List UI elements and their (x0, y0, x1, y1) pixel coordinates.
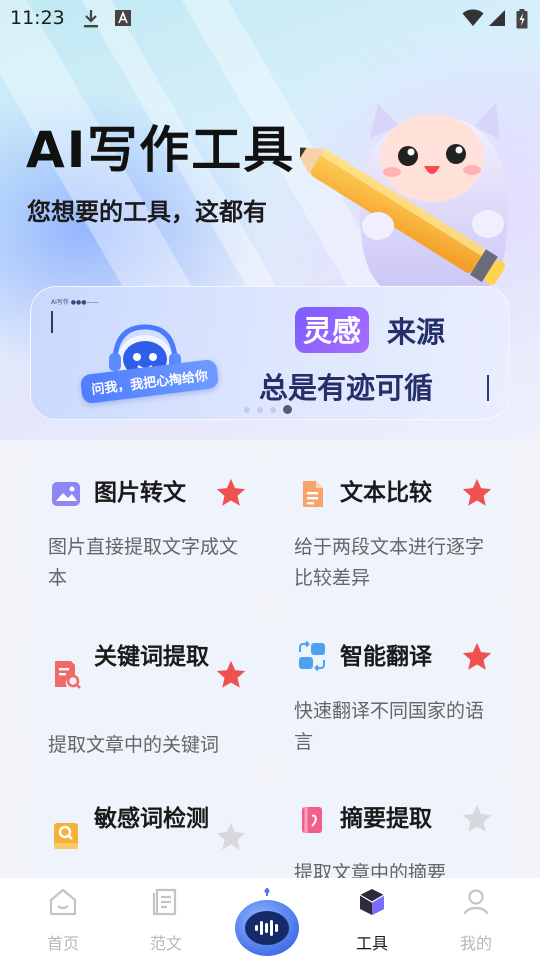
banner-inspire-label: 灵感 (295, 307, 370, 353)
nav-label: 工具 (355, 934, 388, 953)
tool-card-desc: 快速翻译不同国家的语言 (294, 700, 485, 753)
nav-item-home[interactable]: 首页 (23, 878, 103, 960)
tool-card-keyword-extract[interactable]: 关键词提取 提取文章中的关键词 (30, 614, 264, 762)
star-favorite-icon[interactable] (460, 476, 494, 510)
tool-card-desc: 给于两段文本进行逐字比较差异 (294, 536, 485, 589)
carousel-dot[interactable] (257, 406, 263, 413)
home-icon (49, 888, 77, 916)
user-icon (463, 889, 489, 915)
star-favorite-icon[interactable] (460, 802, 494, 836)
hero-subtitle: 您想要的工具，这都有 (27, 198, 267, 226)
mascot-illustration (300, 102, 509, 306)
tool-card-title: 摘要提取 (340, 806, 432, 832)
tool-card-text-compare[interactable]: 文本比较 给于两段文本进行逐字比较差异 (276, 450, 510, 600)
tool-card-sensitive-check[interactable]: 敏感词检测 (30, 776, 264, 878)
carousel-dot-active[interactable] (283, 405, 292, 414)
nav-label: 我的 (459, 934, 492, 953)
hero-title: AI写作工具 (26, 121, 296, 179)
sensitive-check-icon (54, 823, 78, 849)
banner-divider-right (487, 375, 489, 401)
star-favorite-icon[interactable] (214, 658, 248, 692)
document-icon (303, 481, 323, 507)
keyword-search-icon (55, 661, 81, 689)
tool-card-title: 智能翻译 (340, 644, 432, 670)
battery-charging-icon (516, 9, 528, 29)
signal-icon (489, 10, 505, 26)
star-favorite-icon[interactable] (214, 476, 248, 510)
carousel-dot[interactable] (244, 406, 250, 413)
banner-slogan: 总是有迹可循 (259, 371, 434, 405)
tool-card-title: 文本比较 (340, 480, 432, 506)
nav-item-profile[interactable]: 我的 (436, 878, 516, 960)
carousel-dot[interactable] (270, 406, 276, 413)
tool-card-image-to-text[interactable]: 图片转文 图片直接提取文字成文本 (30, 450, 264, 600)
tool-card-desc: 提取文章中的关键词 (48, 734, 220, 756)
status-bar: 11:23 (0, 0, 540, 36)
a-font-icon (115, 10, 131, 26)
nav-label: 范文 (149, 934, 182, 953)
tool-card-summary-extract[interactable]: 摘要提取 提取文章中的摘要 (276, 776, 510, 878)
banner-tag: AI写作 ●●●—— (51, 299, 99, 306)
star-favorite-icon[interactable] (214, 820, 248, 854)
summary-icon (302, 807, 322, 833)
translate-icon (299, 640, 325, 672)
banner-source-label: 来源 (387, 315, 446, 349)
download-icon (84, 10, 98, 28)
essay-icon (152, 888, 177, 916)
carousel-dots (244, 405, 292, 414)
tool-card-title: 图片转文 (94, 480, 186, 506)
tool-card-title: 关键词提取 (94, 644, 209, 670)
tool-card-smart-translate[interactable]: 智能翻译 快速翻译不同国家的语言 (276, 614, 510, 762)
nav-item-tools[interactable]: 工具 (332, 878, 412, 960)
image-icon (52, 482, 80, 506)
promo-banner[interactable]: AI写作 ●●●—— 问我，我把心掏给你 灵感 来源 总是有迹可循 (30, 286, 510, 420)
nav-label: 首页 (46, 934, 79, 953)
banner-divider (51, 311, 53, 333)
status-time: 11:23 (10, 7, 65, 29)
tool-card-desc: 提取文章中的摘要 (294, 862, 447, 878)
nav-item-essays[interactable]: 范文 (126, 878, 206, 960)
tool-card-title: 敏感词检测 (94, 806, 209, 832)
wifi-icon (462, 9, 484, 26)
tool-card-desc: 图片直接提取文字成文本 (48, 536, 239, 589)
star-favorite-icon[interactable] (460, 640, 494, 674)
cube-icon (359, 889, 385, 915)
ai-bot-icon[interactable] (232, 888, 302, 958)
